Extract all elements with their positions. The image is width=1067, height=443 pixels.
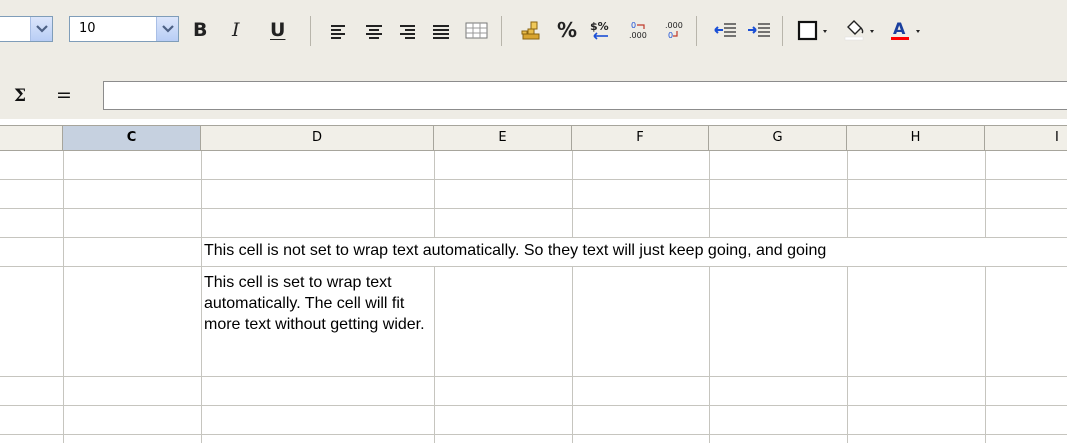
underline-button[interactable]: U bbox=[270, 18, 285, 42]
font-size-combo[interactable]: 10 bbox=[69, 16, 179, 42]
font-color-button[interactable]: A bbox=[888, 17, 928, 43]
font-name-combo[interactable] bbox=[0, 16, 53, 42]
formatting-toolbar: 10 B I U % $% 0 .000 .000 0 A bbox=[0, 0, 1067, 79]
remove-decimal-button[interactable]: .000 0 bbox=[661, 17, 689, 43]
gridline bbox=[572, 266, 573, 443]
svg-text:.000: .000 bbox=[665, 21, 683, 30]
percent-format-button[interactable]: % bbox=[557, 18, 577, 42]
cell-d-overflow-text[interactable]: This cell is not set to wrap text automa… bbox=[204, 239, 826, 263]
font-name-dropdown-button[interactable] bbox=[30, 17, 52, 41]
align-right-icon bbox=[400, 25, 415, 39]
gridline bbox=[847, 266, 848, 443]
column-header-f[interactable]: F bbox=[572, 126, 709, 150]
merge-cells-button[interactable] bbox=[463, 17, 491, 43]
toolbar-separator bbox=[501, 16, 502, 46]
svg-text:.000: .000 bbox=[629, 31, 647, 40]
gridline bbox=[985, 266, 986, 443]
merge-cells-icon bbox=[465, 22, 488, 39]
gridline bbox=[201, 151, 202, 443]
align-center-icon bbox=[366, 25, 382, 39]
borders-button[interactable] bbox=[796, 17, 836, 43]
currency-icon bbox=[521, 21, 540, 40]
bold-button[interactable]: B bbox=[193, 18, 207, 42]
background-color-button[interactable] bbox=[842, 17, 882, 43]
gridline bbox=[847, 151, 848, 237]
gridline bbox=[0, 266, 1067, 267]
svg-text:0: 0 bbox=[668, 31, 673, 40]
toolbar-separator bbox=[310, 16, 311, 46]
italic-button[interactable]: I bbox=[232, 18, 240, 42]
borders-icon bbox=[797, 20, 827, 41]
column-header-row: C D E F G H I bbox=[0, 125, 1067, 151]
background-color-icon bbox=[844, 20, 874, 41]
cell-d-wrapped-text[interactable]: This cell is set to wrap text automatica… bbox=[204, 272, 436, 335]
gridline bbox=[0, 179, 1067, 180]
justify-button[interactable] bbox=[430, 17, 454, 43]
gridline bbox=[434, 151, 435, 237]
gridline bbox=[572, 151, 573, 237]
column-header-h[interactable]: H bbox=[847, 126, 985, 150]
column-header-g[interactable]: G bbox=[709, 126, 847, 150]
font-size-value: 10 bbox=[79, 21, 96, 36]
gridline bbox=[0, 434, 1067, 435]
add-decimal-button[interactable]: 0.000 bbox=[625, 17, 653, 43]
chevron-down-icon bbox=[162, 25, 174, 33]
align-center-button[interactable] bbox=[363, 17, 387, 43]
gridline bbox=[63, 151, 64, 443]
gridline bbox=[0, 405, 1067, 406]
svg-text:$%: $% bbox=[590, 20, 609, 33]
sum-button[interactable]: Σ bbox=[14, 86, 26, 106]
toolbar-separator bbox=[782, 16, 783, 46]
align-left-icon bbox=[331, 25, 345, 39]
corner-cell[interactable] bbox=[0, 126, 63, 150]
decrease-indent-icon bbox=[714, 23, 736, 37]
align-right-button[interactable] bbox=[396, 17, 420, 43]
gridline bbox=[0, 208, 1067, 209]
remove-decimal-icon: .0000 bbox=[665, 21, 683, 40]
gridline bbox=[0, 237, 1067, 238]
gridline bbox=[985, 151, 986, 237]
add-decimal-icon: 0.000 bbox=[629, 21, 647, 40]
svg-text:A: A bbox=[893, 19, 906, 38]
toolbar-separator bbox=[696, 16, 697, 46]
font-color-icon: A bbox=[891, 19, 920, 40]
currency-format-button[interactable] bbox=[518, 17, 546, 43]
gridline bbox=[709, 266, 710, 443]
formula-input[interactable] bbox=[103, 81, 1067, 110]
chevron-down-icon bbox=[36, 25, 48, 33]
align-left-button[interactable] bbox=[328, 17, 352, 43]
standard-format-button[interactable]: $% bbox=[588, 17, 616, 43]
column-header-c[interactable]: C bbox=[63, 126, 201, 150]
column-header-d[interactable]: D bbox=[201, 126, 434, 150]
increase-indent-button[interactable] bbox=[746, 17, 774, 43]
justify-icon bbox=[433, 25, 449, 39]
gridline bbox=[0, 376, 1067, 377]
gridline bbox=[709, 151, 710, 237]
column-header-i[interactable]: I bbox=[985, 126, 1067, 150]
column-header-e[interactable]: E bbox=[434, 126, 572, 150]
decrease-indent-button[interactable] bbox=[712, 17, 740, 43]
increase-indent-icon bbox=[748, 23, 770, 37]
standard-format-icon: $% bbox=[590, 20, 609, 40]
cell-grid[interactable] bbox=[0, 151, 1067, 443]
font-size-dropdown-button[interactable] bbox=[156, 17, 178, 41]
spreadsheet-window: 10 B I U % $% 0 .000 .000 0 A Σ = C D E … bbox=[0, 0, 1067, 443]
svg-text:0: 0 bbox=[631, 21, 636, 30]
function-button[interactable]: = bbox=[56, 84, 72, 106]
